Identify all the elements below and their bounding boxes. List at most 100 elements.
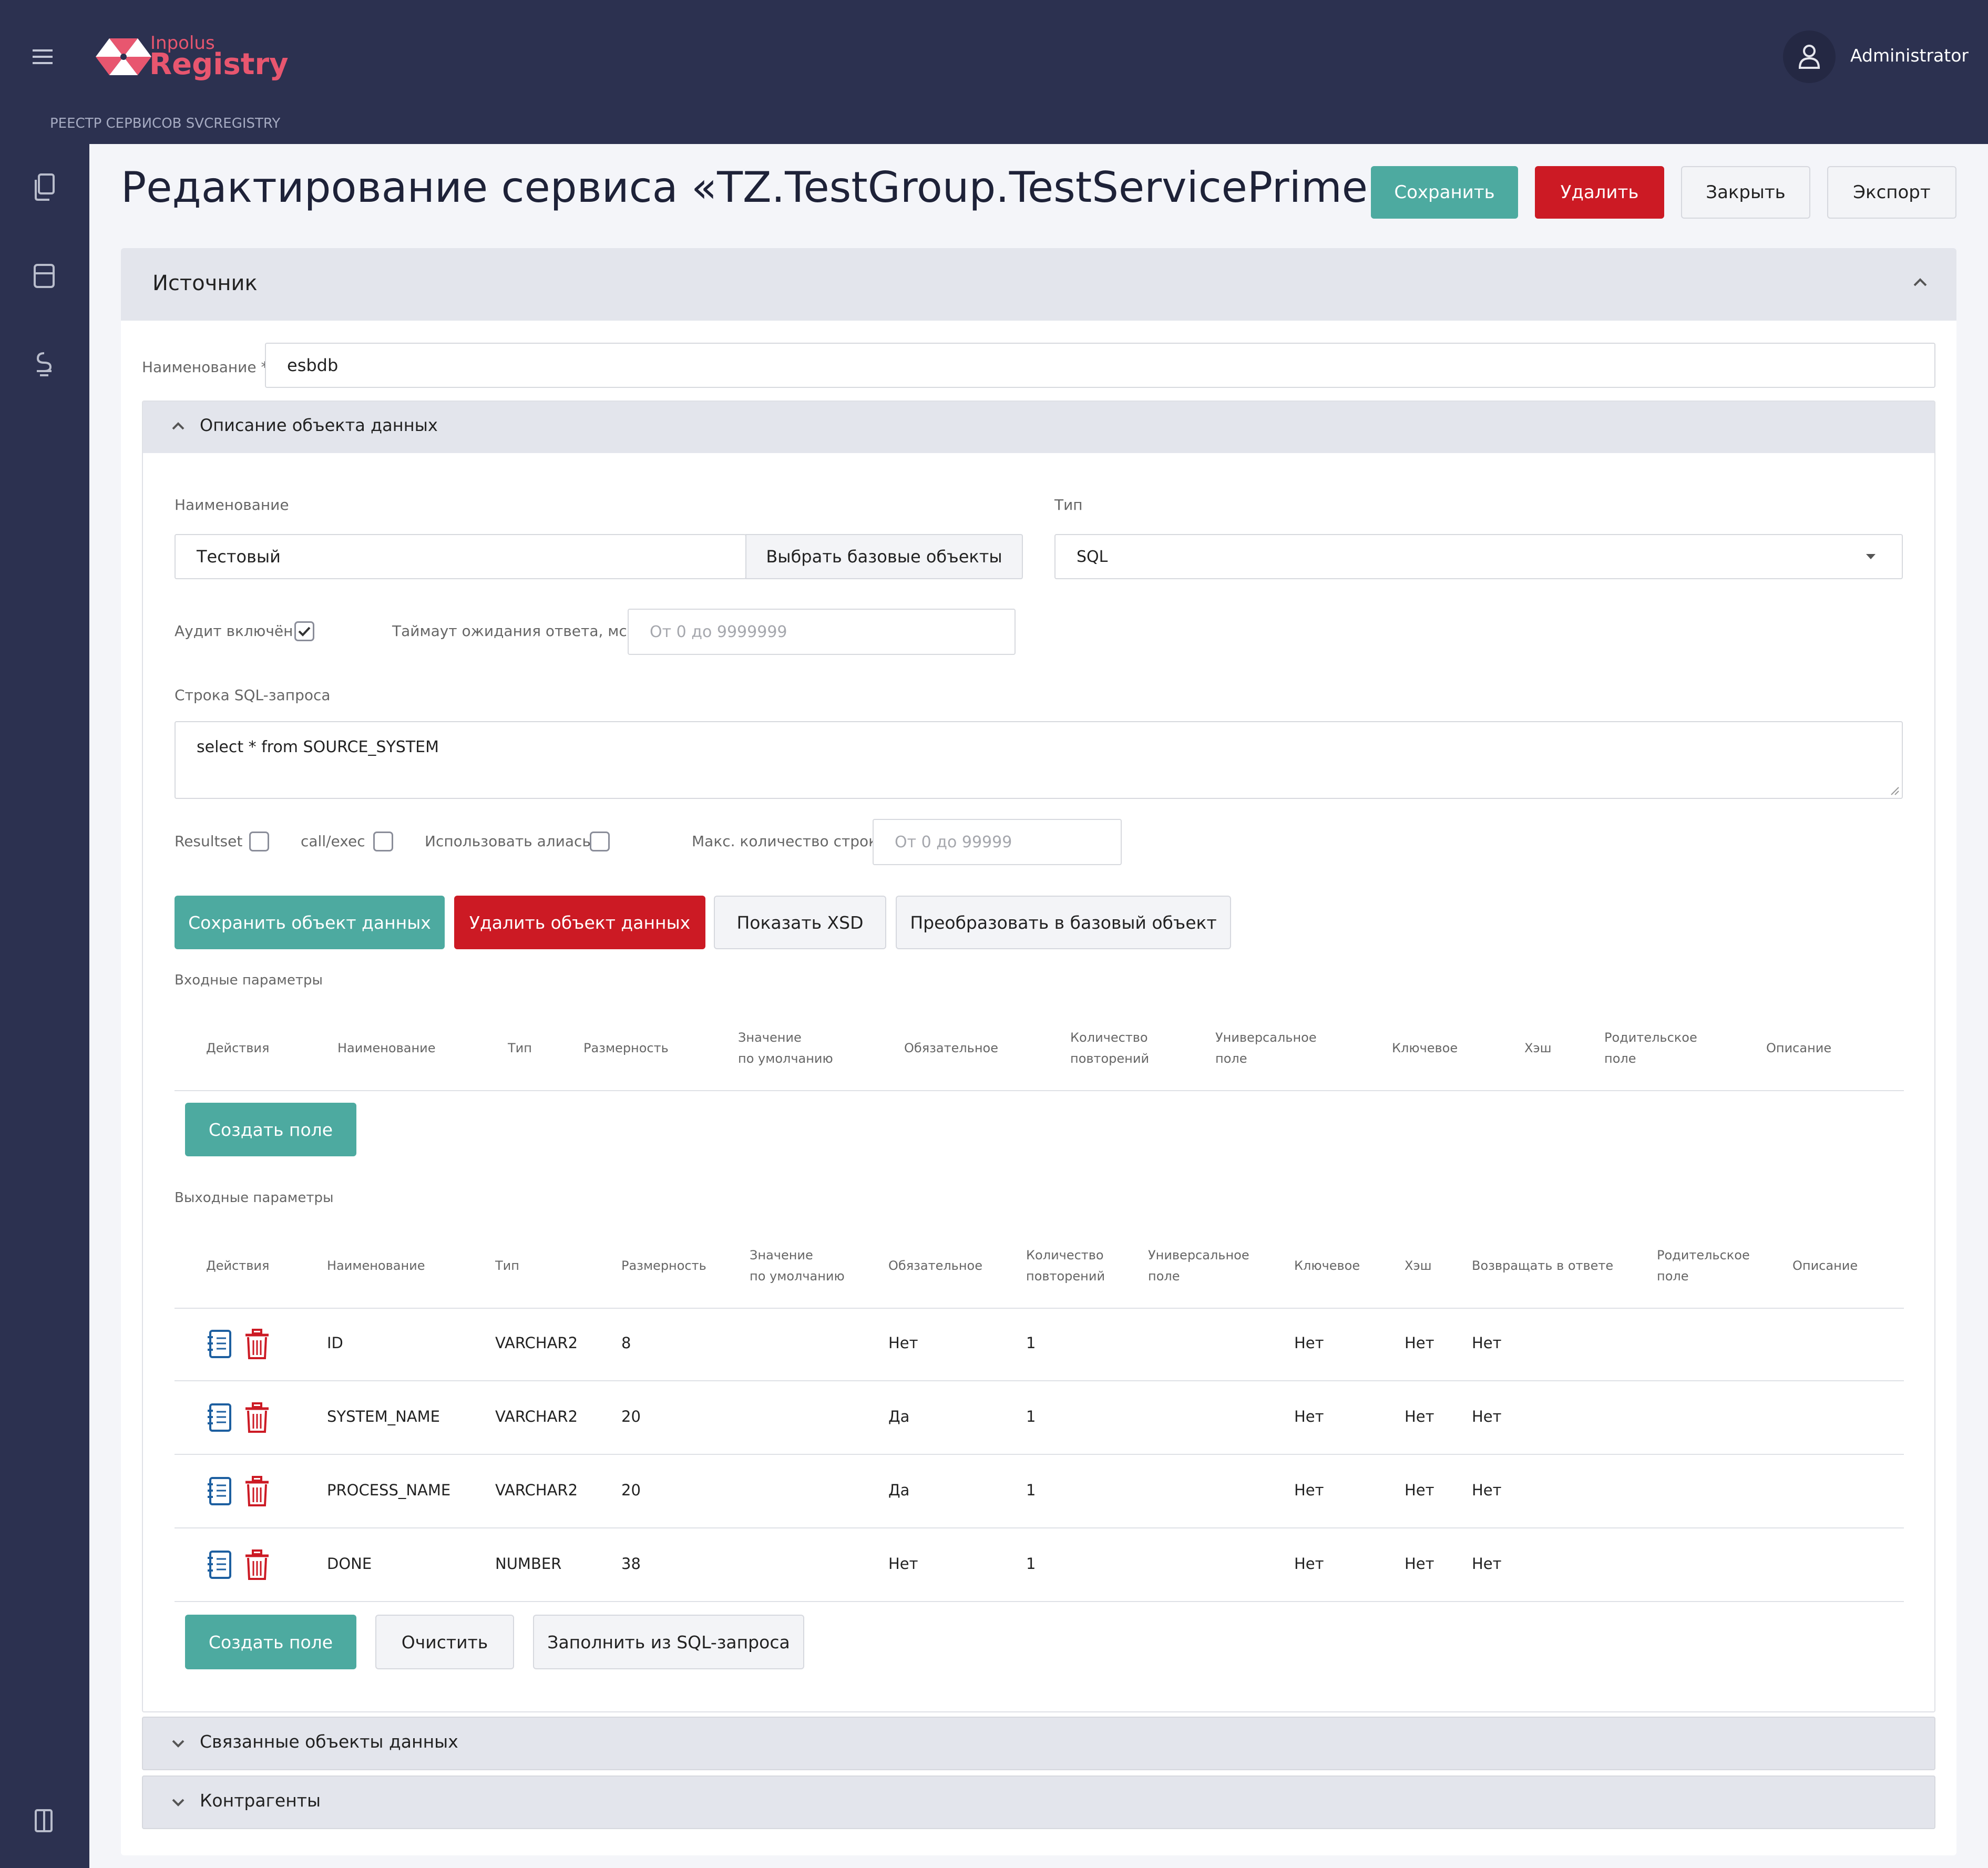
cell-size: 20: [621, 1481, 641, 1499]
col-return: Возвращать в ответе: [1472, 1258, 1614, 1273]
cell-required: Да: [888, 1481, 910, 1499]
sidebar: [0, 144, 89, 1868]
col-description: Описание: [1766, 1041, 1832, 1055]
fill-from-sql-button[interactable]: Заполнить из SQL-запроса: [533, 1615, 804, 1669]
app-subtitle: РЕЕСТР СЕРВИСОВ SVCREGISTRY: [50, 116, 281, 131]
cell-key: Нет: [1294, 1408, 1324, 1425]
resultset-checkbox[interactable]: [249, 832, 269, 851]
chevron-up-icon[interactable]: [1912, 277, 1928, 288]
callexec-checkbox[interactable]: [373, 832, 393, 851]
divider: [175, 1601, 1904, 1602]
aliases-checkbox[interactable]: [590, 832, 610, 851]
cell-return: Нет: [1472, 1408, 1502, 1425]
trash-icon[interactable]: [244, 1549, 270, 1581]
col-actions: Действия: [206, 1258, 270, 1273]
delete-object-button[interactable]: Удалить объект данных: [454, 896, 705, 949]
hamburger-icon[interactable]: [32, 48, 55, 66]
cell-count: 1: [1026, 1481, 1036, 1499]
cell-required: Да: [888, 1408, 910, 1425]
col-name: Наименование: [327, 1258, 425, 1273]
cell-return: Нет: [1472, 1555, 1502, 1573]
audit-label: Аудит включён: [175, 622, 293, 640]
divider: [175, 1454, 1904, 1455]
edit-document-icon[interactable]: [206, 1329, 233, 1360]
col-key: Ключевое: [1294, 1258, 1360, 1273]
type-label: Тип: [1054, 496, 1083, 514]
cell-required: Нет: [888, 1334, 918, 1352]
cell-size: 8: [621, 1334, 631, 1352]
exit-icon[interactable]: [34, 1808, 55, 1833]
timeout-input[interactable]: От 0 до 9999999: [628, 609, 1016, 655]
data-object-title: Описание объекта данных: [200, 415, 438, 435]
choose-base-objects-button[interactable]: Выбрать базовые объекты: [745, 534, 1023, 579]
trash-icon[interactable]: [244, 1476, 270, 1507]
export-button[interactable]: Экспорт: [1827, 166, 1956, 219]
aliases-label: Использовать алиасы: [425, 833, 594, 850]
col-actions: Действия: [206, 1041, 270, 1055]
cell-key: Нет: [1294, 1334, 1324, 1352]
documents-icon[interactable]: [33, 173, 57, 201]
divider: [175, 1308, 1904, 1309]
output-params-title: Выходные параметры: [175, 1190, 334, 1206]
col-parent: Родительское поле: [1604, 1030, 1697, 1066]
user-avatar[interactable]: [1783, 30, 1836, 83]
cell-key: Нет: [1294, 1555, 1324, 1573]
trash-icon[interactable]: [244, 1402, 270, 1434]
col-type: Тип: [495, 1258, 519, 1273]
cell-hash: Нет: [1405, 1334, 1434, 1352]
edit-document-icon[interactable]: [206, 1476, 233, 1507]
timeout-label: Таймаут ожидания ответа, мсек.: [392, 622, 650, 640]
name-input[interactable]: esbdb: [265, 343, 1935, 388]
col-default: Значение по умолчанию: [750, 1248, 845, 1284]
object-name-label: Наименование: [175, 496, 289, 514]
logo-text: Registry: [149, 47, 289, 81]
save-object-button[interactable]: Сохранить объект данных: [175, 896, 445, 949]
create-output-field-button[interactable]: Создать поле: [185, 1615, 356, 1669]
audit-checkbox[interactable]: [294, 621, 314, 641]
edit-document-icon[interactable]: [206, 1549, 233, 1581]
plugin-icon[interactable]: [33, 351, 56, 379]
col-parent: Родительское поле: [1657, 1248, 1750, 1284]
cell-type: VARCHAR2: [495, 1408, 578, 1425]
delete-button[interactable]: Удалить: [1535, 166, 1664, 219]
show-xsd-button[interactable]: Показать XSD: [714, 896, 886, 949]
trash-icon[interactable]: [244, 1329, 270, 1360]
storage-icon[interactable]: [33, 263, 56, 289]
sql-textarea[interactable]: select * from SOURCE_SYSTEM: [175, 721, 1903, 799]
top-bar: [0, 0, 1988, 144]
chevron-down-icon[interactable]: [171, 1739, 185, 1748]
name-label: Наименование *: [142, 358, 269, 376]
maxrows-input[interactable]: От 0 до 99999: [873, 819, 1122, 865]
input-params-title: Входные параметры: [175, 972, 323, 988]
source-card-header[interactable]: [121, 248, 1956, 321]
type-select[interactable]: SQL: [1054, 534, 1903, 579]
cell-hash: Нет: [1405, 1555, 1434, 1573]
col-required: Обязательное: [888, 1258, 982, 1273]
clear-button[interactable]: Очистить: [375, 1615, 514, 1669]
chevron-up-icon[interactable]: [171, 422, 185, 431]
counterparties-title: Контрагенты: [200, 1790, 321, 1811]
object-name-input[interactable]: Тестовый: [175, 534, 746, 579]
convert-base-button[interactable]: Преобразовать в базовый объект: [896, 896, 1231, 949]
caret-down-icon[interactable]: [1865, 553, 1877, 560]
edit-document-icon[interactable]: [206, 1402, 233, 1434]
resultset-label: Resultset: [175, 833, 243, 850]
close-button[interactable]: Закрыть: [1681, 166, 1810, 219]
user-name[interactable]: Administrator: [1850, 45, 1969, 66]
resize-handle-icon[interactable]: [1889, 785, 1900, 796]
chevron-down-icon[interactable]: [171, 1798, 185, 1807]
col-size: Размерность: [621, 1258, 706, 1273]
linked-objects-title: Связанные объекты данных: [200, 1731, 458, 1752]
save-button[interactable]: Сохранить: [1371, 166, 1518, 219]
logo-icon: [96, 36, 151, 78]
cell-return: Нет: [1472, 1334, 1502, 1352]
counterparties-accordion[interactable]: [142, 1775, 1935, 1829]
col-hash: Хэш: [1524, 1041, 1552, 1055]
col-universal: Универсальное поле: [1215, 1030, 1317, 1066]
user-icon: [1798, 44, 1821, 70]
create-input-field-button[interactable]: Создать поле: [185, 1103, 356, 1156]
page-title: Редактирование сервиса «TZ.TestGroup.Tes…: [121, 163, 1393, 212]
col-name: Наименование: [337, 1041, 436, 1055]
col-universal: Универсальное поле: [1148, 1248, 1249, 1284]
col-count: Количество повторений: [1070, 1030, 1150, 1066]
